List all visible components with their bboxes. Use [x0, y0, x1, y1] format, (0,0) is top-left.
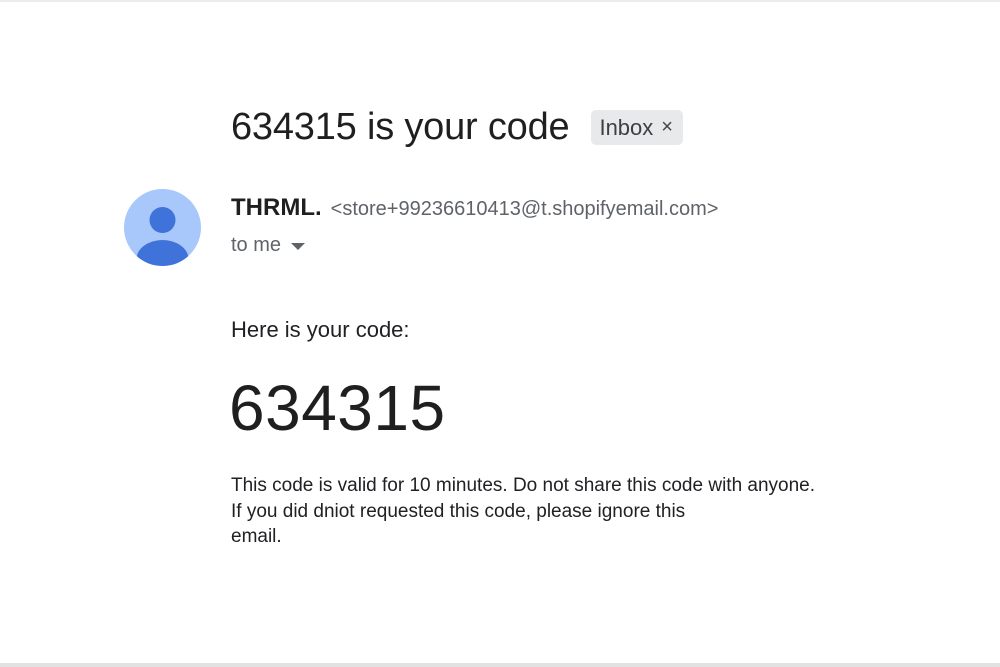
bottom-border — [0, 663, 1000, 667]
sender-avatar[interactable] — [124, 189, 201, 266]
default-person-avatar-icon — [136, 207, 189, 266]
body-notice: This code is valid for 10 minutes. Do no… — [231, 473, 871, 550]
notice-line: email. — [231, 526, 282, 547]
notice-line: If you did dniot requested this code, pl… — [231, 500, 686, 522]
subject-row: 634315 is your code Inbox × — [231, 103, 683, 151]
top-border — [0, 0, 1000, 2]
label-chip-text: Inbox — [599, 114, 654, 140]
close-icon[interactable]: × — [661, 110, 673, 145]
sender-name[interactable]: THRML. — [231, 194, 322, 222]
caret-down-icon[interactable] — [291, 242, 306, 250]
sender-email: <store+99236610413@t.shopifyemail.com> — [330, 198, 719, 220]
notice-line: This code is valid for 10 minutes. Do no… — [231, 475, 816, 496]
sender-row: THRML. <store+99236610413@t.shopifyemail… — [231, 194, 718, 222]
body-intro: Here is your code: — [231, 317, 410, 342]
recipient-row[interactable]: to me — [231, 232, 306, 258]
recipient-label: to me — [231, 234, 282, 256]
inbox-label-chip[interactable]: Inbox × — [591, 109, 683, 145]
verification-code: 634315 — [229, 372, 446, 444]
email-subject: 634315 is your code — [231, 106, 570, 148]
